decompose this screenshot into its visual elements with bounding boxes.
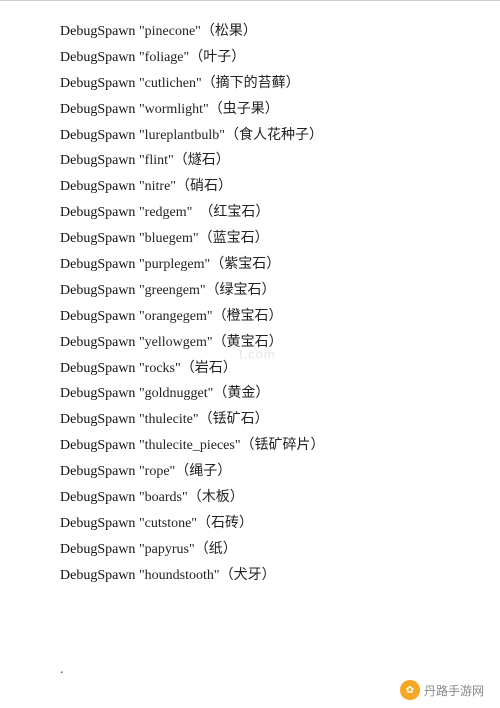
list-item: DebugSpawn "cutstone"（石砖） xyxy=(60,511,440,537)
item-translation: （橙宝石） xyxy=(213,309,283,324)
command-keyword: DebugSpawn xyxy=(60,128,139,143)
item-translation: （燧石） xyxy=(174,153,230,168)
command-keyword: DebugSpawn xyxy=(60,283,139,298)
command-keyword: DebugSpawn xyxy=(60,24,139,39)
command-keyword: DebugSpawn xyxy=(60,464,139,479)
item-name: "yellowgem" xyxy=(139,335,213,350)
item-name: "papyrus" xyxy=(139,542,195,557)
command-keyword: DebugSpawn xyxy=(60,102,139,117)
item-translation: （绳子） xyxy=(175,464,231,479)
site-icon-symbol: ✿ xyxy=(406,685,414,696)
list-item: DebugSpawn "lureplantbulb"（食人花种子） xyxy=(60,123,440,149)
list-item: DebugSpawn "greengem"（绿宝石） xyxy=(60,278,440,304)
item-translation: （食人花种子） xyxy=(225,128,323,143)
command-keyword: DebugSpawn xyxy=(60,542,139,557)
item-name: "greengem" xyxy=(139,283,206,298)
command-keyword: DebugSpawn xyxy=(60,516,139,531)
item-name: "cutstone" xyxy=(139,516,197,531)
list-item: DebugSpawn "rocks"（岩石） xyxy=(60,356,440,382)
command-keyword: DebugSpawn xyxy=(60,76,139,91)
command-keyword: DebugSpawn xyxy=(60,335,139,350)
item-name: "nitre" xyxy=(139,179,176,194)
command-keyword: DebugSpawn xyxy=(60,412,139,427)
item-name: "lureplantbulb" xyxy=(139,128,225,143)
item-translation: （叶子） xyxy=(189,50,245,65)
list-item: DebugSpawn "purplegem"（紫宝石） xyxy=(60,252,440,278)
command-keyword: DebugSpawn xyxy=(60,438,139,453)
content-area: DebugSpawn "pinecone"（松果）DebugSpawn "fol… xyxy=(0,11,500,597)
command-keyword: DebugSpawn xyxy=(60,309,139,324)
list-item: DebugSpawn "boards"（木板） xyxy=(60,485,440,511)
dot-marker: . xyxy=(60,662,64,678)
command-keyword: DebugSpawn xyxy=(60,153,139,168)
list-item: DebugSpawn "pinecone"（松果） xyxy=(60,19,440,45)
list-item: DebugSpawn "bluegem"（蓝宝石） xyxy=(60,226,440,252)
item-translation: （绿宝石） xyxy=(206,283,276,298)
list-item: DebugSpawn "nitre"（硝石） xyxy=(60,174,440,200)
list-item: DebugSpawn "papyrus"（纸） xyxy=(60,537,440,563)
list-item: DebugSpawn "wormlight"（虫子果） xyxy=(60,97,440,123)
site-name: 丹路手游网 xyxy=(424,682,484,699)
list-item: DebugSpawn "rope"（绳子） xyxy=(60,459,440,485)
site-icon: ✿ xyxy=(400,680,420,700)
list-item: DebugSpawn "yellowgem"（黄宝石） xyxy=(60,330,440,356)
item-translation: （黄宝石） xyxy=(213,335,283,350)
item-translation: （黄金） xyxy=(213,386,269,401)
item-name: "thulecite_pieces" xyxy=(139,438,241,453)
item-name: "redgem" xyxy=(139,205,192,220)
command-keyword: DebugSpawn xyxy=(60,361,139,376)
item-name: "bluegem" xyxy=(139,231,199,246)
item-translation: （松果） xyxy=(201,24,257,39)
command-keyword: DebugSpawn xyxy=(60,568,139,583)
footer: ✿ 丹路手游网 xyxy=(0,680,500,700)
command-keyword: DebugSpawn xyxy=(60,179,139,194)
list-item: DebugSpawn "goldnugget"（黄金） xyxy=(60,381,440,407)
item-translation: （岩石） xyxy=(181,361,237,376)
list-item: DebugSpawn "redgem" （红宝石） xyxy=(60,200,440,226)
item-translation: （紫宝石） xyxy=(210,257,280,272)
item-translation: （铥矿石） xyxy=(199,412,269,427)
item-name: "goldnugget" xyxy=(139,386,213,401)
command-keyword: DebugSpawn xyxy=(60,386,139,401)
item-translation: （硝石） xyxy=(176,179,232,194)
item-name: "thulecite" xyxy=(139,412,199,427)
list-item: DebugSpawn "thulecite_pieces"（铥矿碎片） xyxy=(60,433,440,459)
top-divider xyxy=(0,0,500,1)
command-keyword: DebugSpawn xyxy=(60,50,139,65)
item-name: "flint" xyxy=(139,153,174,168)
item-translation: （纸） xyxy=(195,542,237,557)
item-name: "orangegem" xyxy=(139,309,213,324)
list-item: DebugSpawn "flint"（燧石） xyxy=(60,148,440,174)
item-name: "wormlight" xyxy=(139,102,209,117)
item-translation: （蓝宝石） xyxy=(199,231,269,246)
item-name: "rope" xyxy=(139,464,175,479)
list-item: DebugSpawn "orangegem"（橙宝石） xyxy=(60,304,440,330)
item-name: "cutlichen" xyxy=(139,76,202,91)
command-keyword: DebugSpawn xyxy=(60,205,139,220)
item-translation: （铥矿碎片） xyxy=(241,438,325,453)
item-translation: （犬牙） xyxy=(220,568,276,583)
item-name: "houndstooth" xyxy=(139,568,220,583)
command-keyword: DebugSpawn xyxy=(60,490,139,505)
item-name: "boards" xyxy=(139,490,188,505)
item-translation: （木板） xyxy=(188,490,244,505)
item-translation: （红宝石） xyxy=(192,205,269,220)
command-keyword: DebugSpawn xyxy=(60,257,139,272)
item-name: "pinecone" xyxy=(139,24,201,39)
item-translation: （石砖） xyxy=(197,516,253,531)
item-name: "purplegem" xyxy=(139,257,210,272)
command-keyword: DebugSpawn xyxy=(60,231,139,246)
list-item: DebugSpawn "cutlichen"（摘下的苔藓） xyxy=(60,71,440,97)
item-translation: （摘下的苔藓） xyxy=(202,76,300,91)
list-item: DebugSpawn "foliage"（叶子） xyxy=(60,45,440,71)
item-name: "foliage" xyxy=(139,50,189,65)
footer-logo: ✿ 丹路手游网 xyxy=(400,680,484,700)
item-translation: （虫子果） xyxy=(209,102,279,117)
item-name: "rocks" xyxy=(139,361,181,376)
list-item: DebugSpawn "houndstooth"（犬牙） xyxy=(60,563,440,589)
list-item: DebugSpawn "thulecite"（铥矿石） xyxy=(60,407,440,433)
